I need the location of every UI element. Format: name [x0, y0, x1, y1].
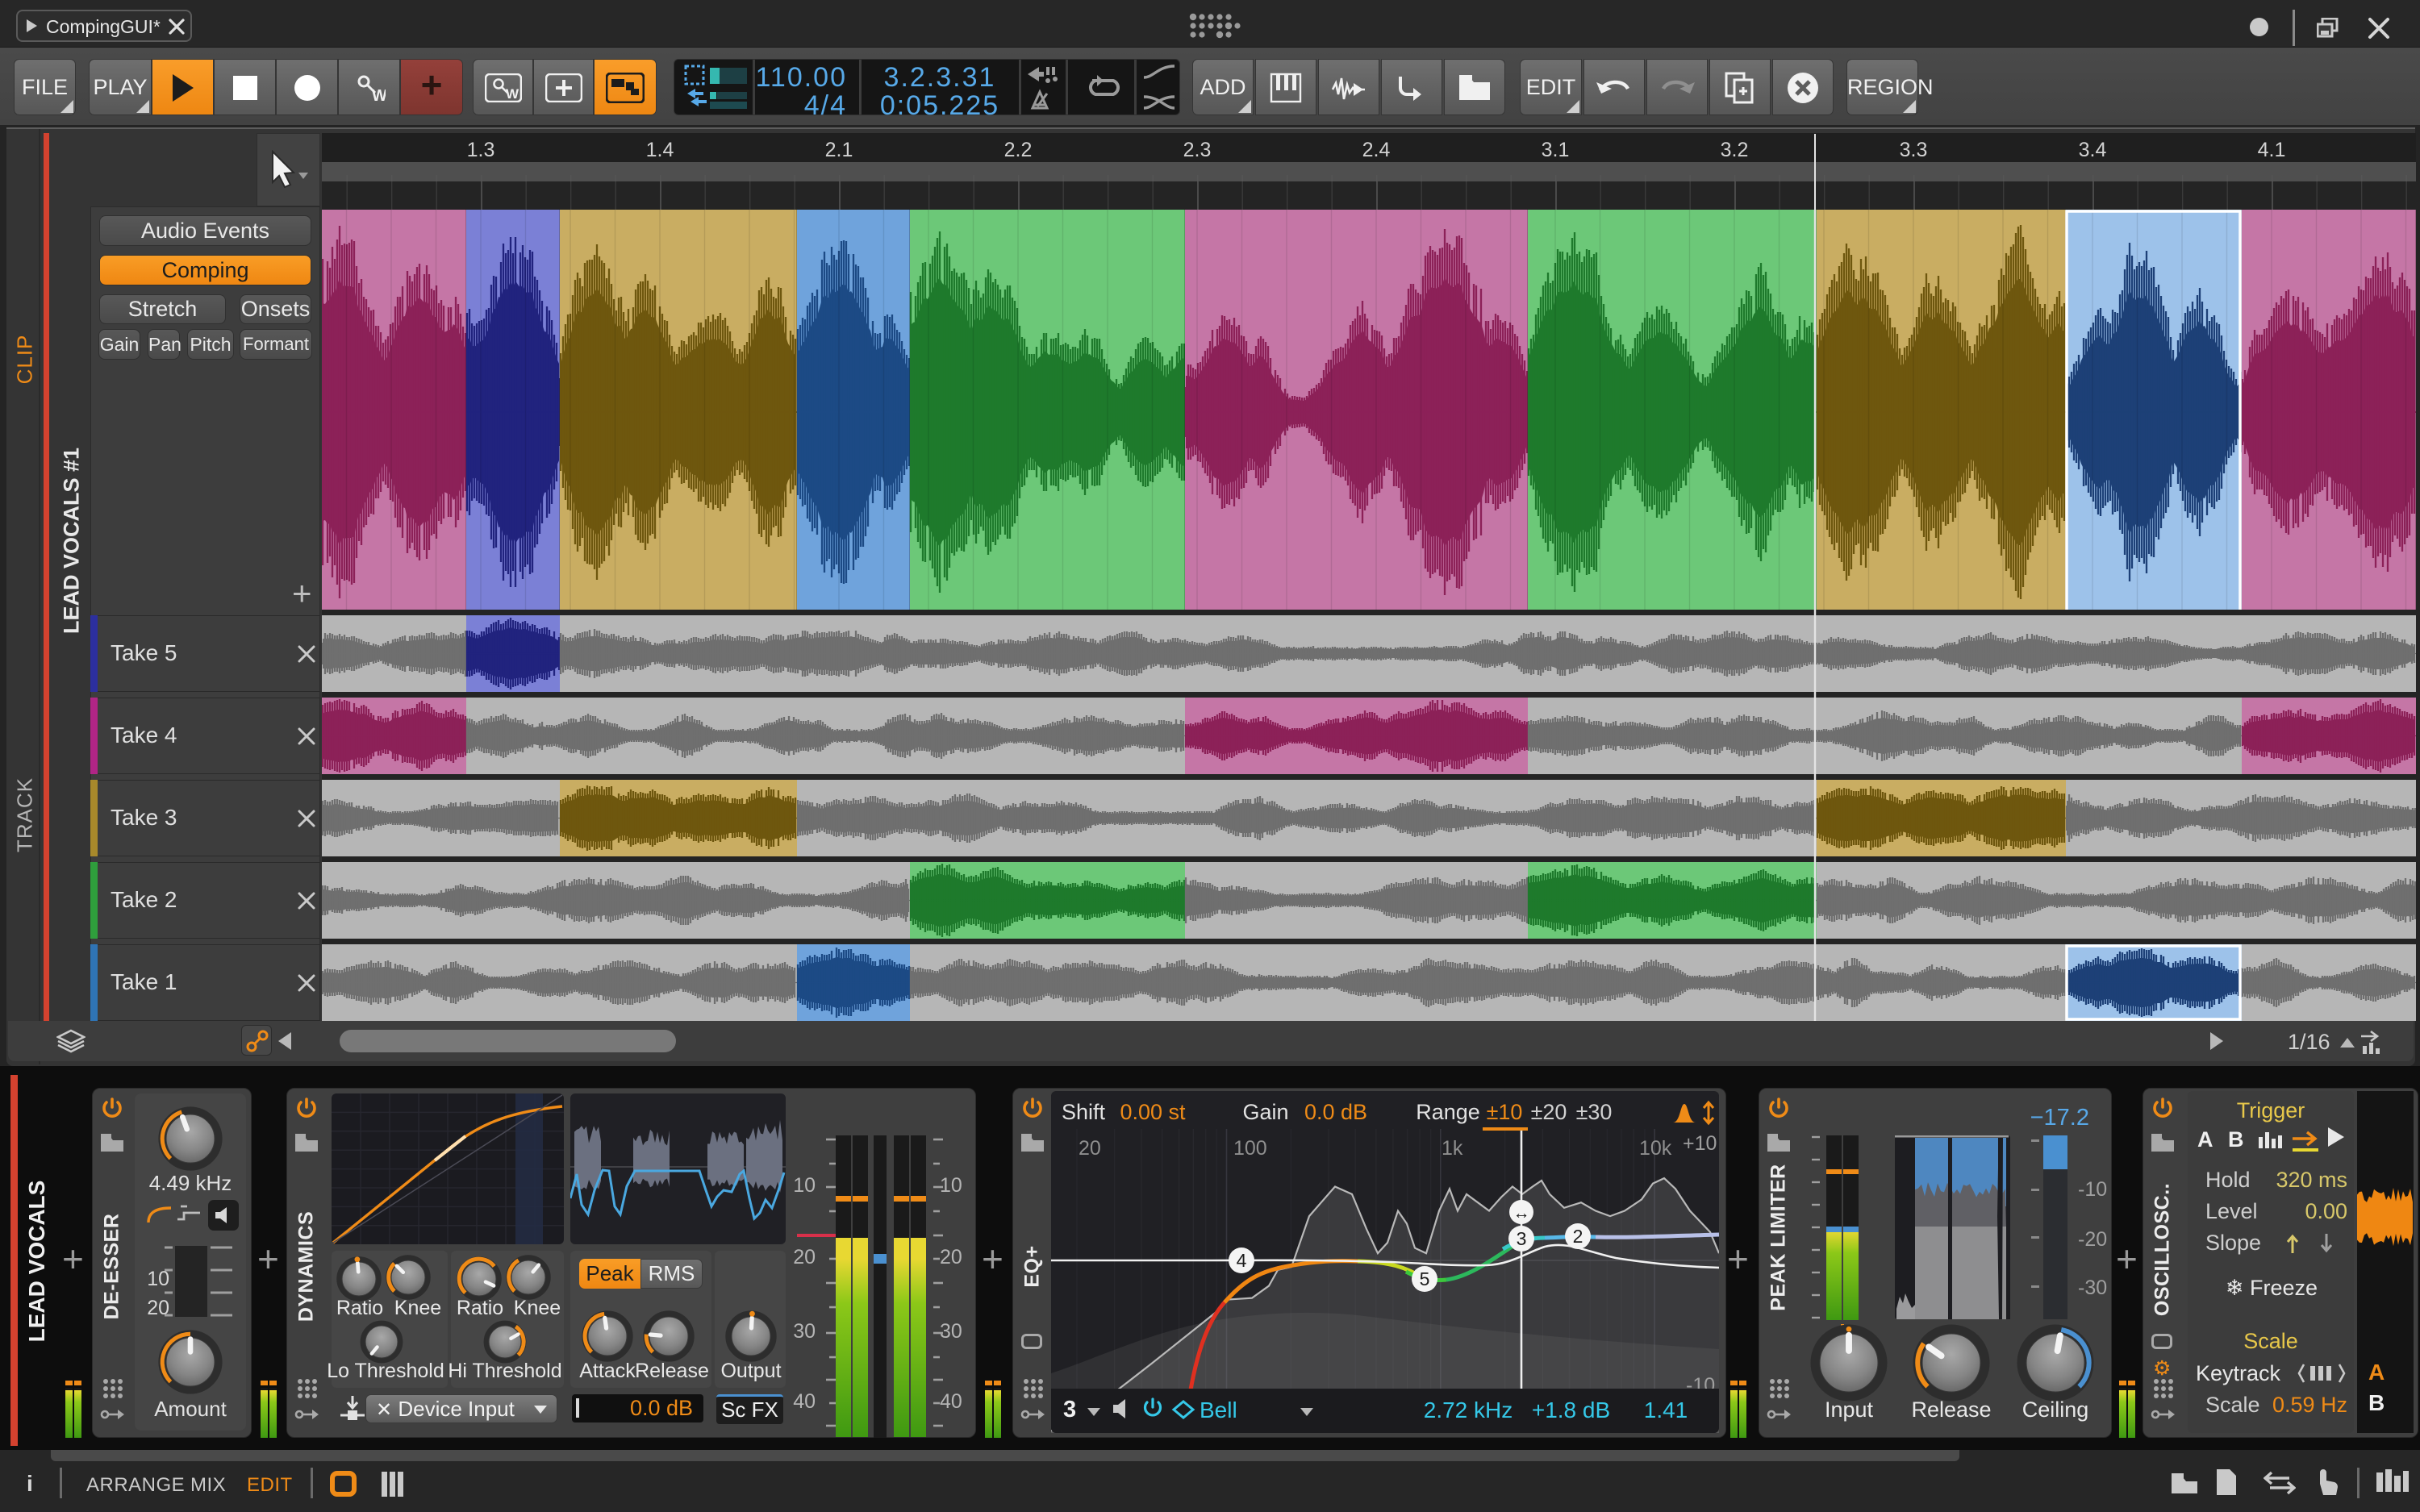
- svg-text:3: 3: [1517, 1228, 1527, 1249]
- svg-text:↔: ↔: [1513, 1204, 1530, 1223]
- svg-text:2: 2: [1573, 1226, 1583, 1247]
- svg-text:5: 5: [1420, 1268, 1430, 1289]
- svg-text:4: 4: [1237, 1250, 1247, 1271]
- svg-text:W: W: [506, 86, 519, 102]
- svg-text:W: W: [372, 87, 386, 104]
